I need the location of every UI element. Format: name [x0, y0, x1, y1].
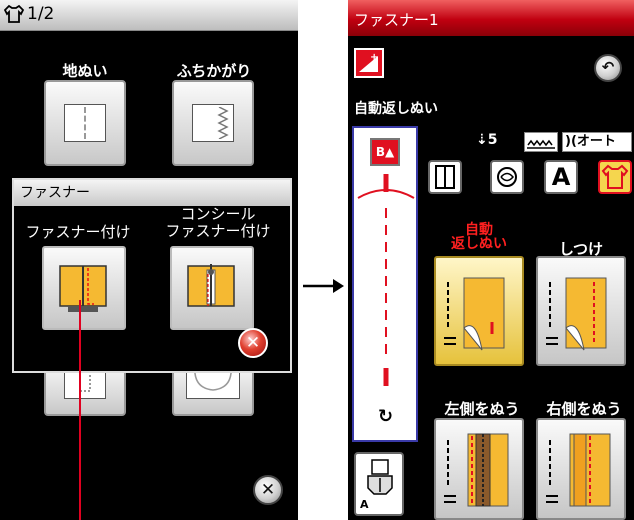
presser-foot-letter: A — [360, 498, 369, 511]
close-icon: ✕ — [245, 333, 261, 353]
back-arrow-icon: ↶ — [601, 58, 615, 76]
dialog-title: ファスナー — [14, 180, 290, 206]
stitch-length-indicator: ⇣5 — [476, 132, 498, 148]
shirt-icon — [601, 164, 629, 189]
stitch-adjust-icon: + — [359, 52, 378, 72]
tension-icon: )( — [565, 134, 577, 149]
close-icon: ✕ — [260, 480, 276, 500]
back-button[interactable]: ↶ — [594, 54, 622, 82]
top-bar: 1/2 — [0, 0, 298, 31]
presser-foot-icon — [367, 459, 393, 495]
needle-stop-button[interactable] — [490, 160, 524, 194]
straight-stitch-icon — [64, 104, 106, 142]
needle-stop-icon — [497, 167, 517, 187]
auto-reverse-label: 自動 返しぬい — [451, 222, 507, 252]
font-select-button[interactable]: A — [544, 160, 578, 194]
zipper-insertion-label: ファスナー付け — [25, 223, 131, 241]
concealed-zipper-button[interactable] — [170, 246, 254, 330]
reverse-stitch-toggle[interactable]: B▲ — [370, 138, 400, 166]
feed-dog-icon — [524, 132, 558, 152]
concealed-zipper-label: コンシール ファスナー付け — [165, 205, 271, 240]
arrow-right-icon — [303, 279, 344, 293]
svg-text:↻: ↻ — [378, 406, 393, 427]
screen-title: ファスナー1 — [348, 0, 634, 36]
basting-stitch-icon — [546, 277, 607, 351]
reverse-stitch-icon: B▲ — [375, 145, 395, 159]
needle-position-button[interactable] — [428, 160, 462, 194]
section-label: 自動返しぬい — [354, 101, 438, 117]
needle-position-icon — [435, 165, 455, 189]
stitch-preview: B▲ ↻ — [352, 126, 418, 442]
left-side-label: 左側をぬう — [444, 400, 520, 418]
auto-thread-tension[interactable]: )(オート — [562, 132, 632, 152]
zipper-sewing-screen: ファスナー1 + ↶ 自動返しぬい B▲ ↻ ⇣5 )(オート A 自動 返しぬ… — [348, 0, 634, 520]
sew-left-side-button[interactable] — [434, 418, 524, 520]
clothing-mode-button[interactable] — [598, 160, 632, 194]
zipper-insertion-button[interactable] — [42, 246, 126, 330]
shirt-icon — [3, 4, 25, 23]
zipper-insertion-icon — [59, 265, 107, 312]
stitch-adjust-button[interactable]: + — [354, 48, 384, 78]
overcast-stitch-icon — [192, 104, 234, 142]
stitch-path-icon: ↻ — [357, 174, 415, 427]
overcast-button[interactable] — [172, 80, 254, 166]
auto-reverse-stitch-icon — [444, 277, 505, 351]
page-indicator: 1/2 — [27, 4, 55, 24]
letter-a-icon: A — [551, 163, 571, 191]
callout-line — [79, 300, 81, 520]
straight-stitch-label: 地ぬい — [62, 62, 108, 80]
straight-stitch-button[interactable] — [44, 80, 126, 166]
basting-button[interactable] — [536, 256, 626, 366]
zipper-dialog: ファスナー ファスナー付け コンシール ファスナー付け ✕ — [12, 178, 292, 373]
auto-reverse-button[interactable] — [434, 256, 524, 366]
stitch-length-icon: ⇣ — [476, 132, 488, 148]
presser-foot-indicator[interactable]: A — [354, 452, 404, 516]
concealed-zipper-icon — [187, 264, 235, 307]
right-side-label: 右側をぬう — [546, 400, 622, 418]
overcast-label: ふちかがり — [176, 62, 252, 80]
dialog-close-button[interactable]: ✕ — [238, 328, 268, 358]
svg-text:+: + — [370, 52, 378, 63]
left-side-stitch-icon — [444, 433, 509, 507]
right-side-stitch-icon — [546, 433, 611, 507]
sew-right-side-button[interactable] — [536, 418, 626, 520]
close-button[interactable]: ✕ — [253, 475, 283, 505]
